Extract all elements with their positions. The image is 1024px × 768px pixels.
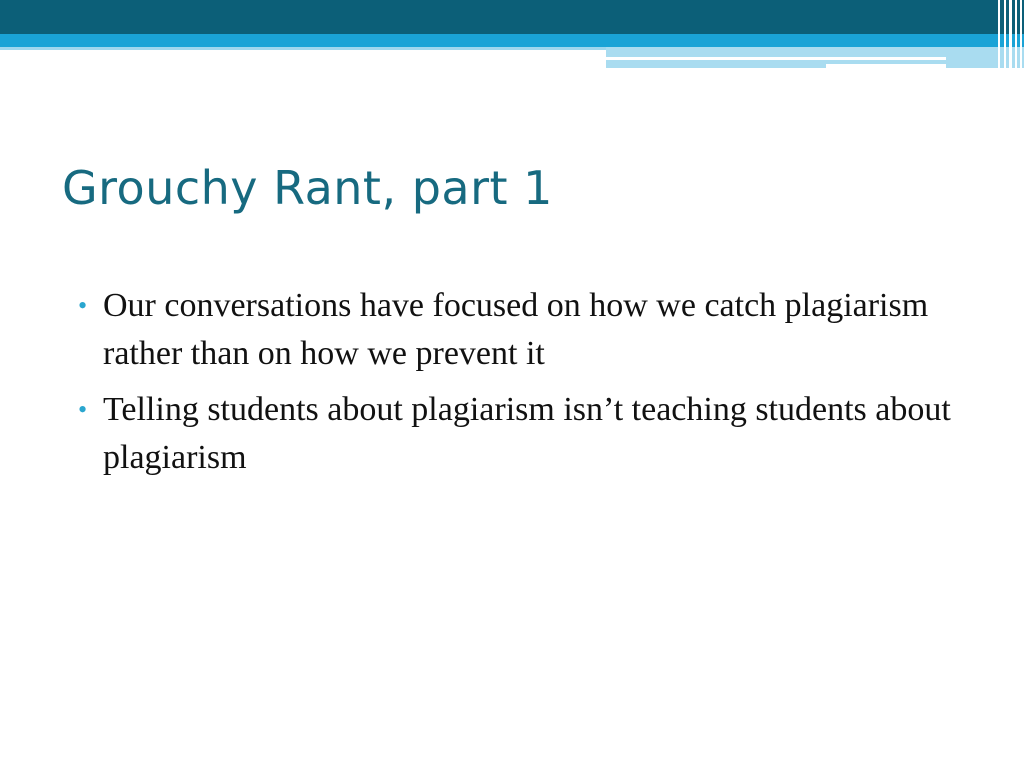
header-band-thin xyxy=(0,47,606,50)
header-stripes xyxy=(994,0,1024,70)
bullet-text: Telling students about plagiarism isn’t … xyxy=(103,391,951,476)
slide: Grouchy Rant, part 1 • Our conversations… xyxy=(0,0,1024,768)
bullet-item: • Telling students about plagiarism isn’… xyxy=(70,386,970,482)
header-accent-line-short xyxy=(826,64,946,68)
bullet-item: • Our conversations have focused on how … xyxy=(70,282,970,378)
header-band-dark xyxy=(0,0,1024,34)
bullet-icon: • xyxy=(78,291,88,320)
bullet-text: Our conversations have focused on how we… xyxy=(103,287,929,372)
bullet-list: • Our conversations have focused on how … xyxy=(70,282,970,490)
header-band-light xyxy=(0,34,1024,47)
slide-title: Grouchy Rant, part 1 xyxy=(62,161,553,215)
header-accent-line xyxy=(606,57,946,60)
bullet-icon: • xyxy=(78,395,88,424)
